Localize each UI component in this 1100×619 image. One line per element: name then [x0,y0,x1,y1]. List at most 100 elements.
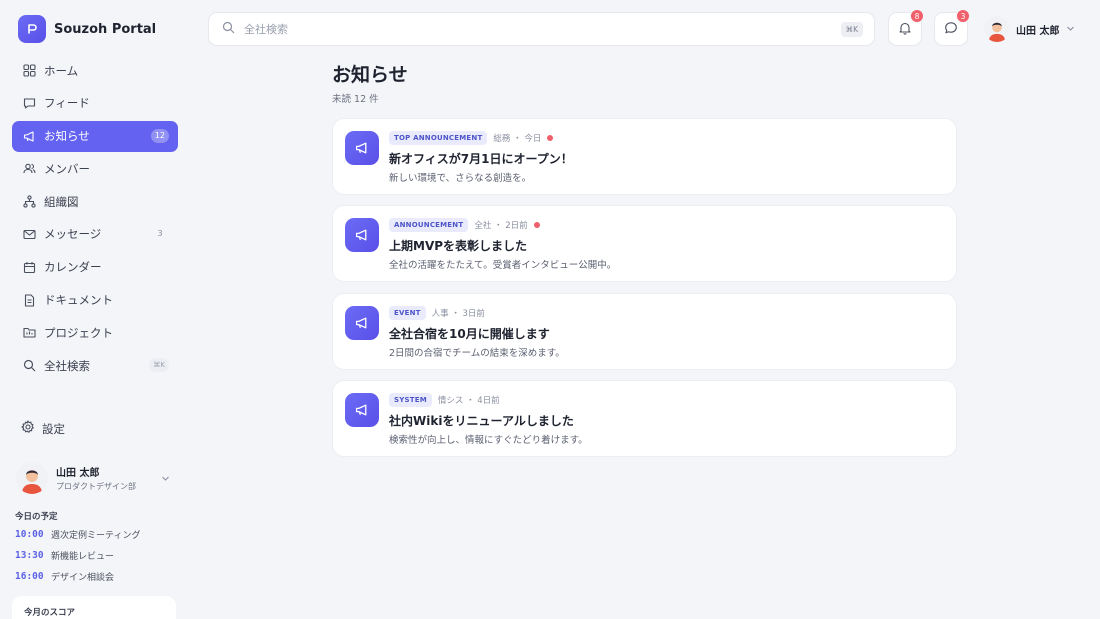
sidebar-item-label: カレンダー [44,260,102,275]
unread-count-badge: 12 [150,128,169,143]
monthly-score-card: 今月のスコア [12,596,176,619]
schedule-time: 10:00 [15,529,44,540]
mail-icon [21,226,37,242]
sidebar-item-label: 組織図 [44,194,79,209]
schedule-time: 13:30 [15,550,44,561]
announcement-card[interactable]: TOP ANNOUNCEMENT 総務 ・ 今日 新オフィスが7月1日にオープン… [332,118,957,195]
sidebar-item-announcements[interactable]: お知らせ 12 [12,120,178,152]
shortcut-badge: ⌘K [149,358,169,373]
calendar-icon [21,259,37,275]
announcement-title: 社内Wikiをリニューアルしました [389,414,574,428]
announcement-description: 新しい環境で、さらなる創造を。 [389,173,532,184]
sidebar-item-label: メンバー [44,161,90,176]
megaphone-icon [345,131,379,165]
brand[interactable]: Souzoh Portal [18,15,156,43]
document-icon [21,292,37,308]
message-count-badge: 3 [157,229,163,239]
megaphone-icon [345,393,379,427]
gear-icon [21,420,35,437]
unread-dot [547,135,554,141]
announcement-description: 検索性が向上し、情報にすぐたどり着けます。 [389,435,588,446]
chat-bubble-icon [944,21,958,38]
avatar [984,16,1010,42]
notification-count-badge: 8 [910,9,924,23]
chevron-down-icon [161,472,170,486]
page-title: お知らせ [332,64,408,86]
sidebar-item-label: ホーム [44,63,79,78]
brand-name: Souzoh Portal [54,21,157,37]
category-tag: SYSTEM [389,393,432,407]
sidebar-item-label: プロジェクト [44,325,113,340]
megaphone-icon [345,218,379,252]
user-department: プロダクトデザイン部 [56,482,136,491]
notifications-button[interactable]: 8 [888,9,924,46]
sidebar-item-label: 全社検索 [44,358,90,373]
account-name: 山田 太郎 [1016,25,1060,37]
category-tag: ANNOUNCEMENT [389,218,469,232]
message-count-badge: 3 [956,9,970,23]
sidebar-item-feed[interactable]: フィード [12,88,178,119]
unread-summary: 未読 12 件 [332,94,379,105]
announcement-title: 上期MVPを表彰しました [389,239,528,253]
avatar [16,462,48,494]
sidebar-item-label: フィード [44,96,90,111]
global-search-input[interactable]: 全社検索 ⌘K [208,12,875,46]
user-name: 山田 太郎 [56,468,100,479]
schedule-item[interactable]: 13:30 新機能レビュー [15,549,114,562]
announcement-title: 新オフィスが7月1日にオープン！ [389,152,573,166]
sidebar-user-card[interactable]: 山田 太郎 プロダクトデザイン部 [16,460,176,496]
announcement-meta: 人事 ・ 3日前 [431,309,485,319]
search-shortcut-hint: ⌘K [840,22,863,37]
account-menu[interactable]: 山田 太郎 [984,16,1075,42]
users-icon [21,161,37,177]
today-schedule-title: 今日の予定 [15,512,58,522]
settings-label: 設定 [42,421,65,436]
announcement-meta: 総務 ・ 今日 [493,134,542,144]
score-title: 今月のスコア [24,608,76,618]
sidebar-item-calendar[interactable]: カレンダー [12,252,178,283]
brand-logo-icon [18,15,46,43]
search-icon [21,358,37,374]
bell-icon [898,21,912,38]
megaphone-icon [21,128,37,144]
announcement-card[interactable]: EVENT 人事 ・ 3日前 全社合宿を10月に開催します 2日間の合宿でチーム… [332,293,957,370]
sidebar-item-members[interactable]: メンバー [12,153,178,184]
folder-icon [21,325,37,341]
schedule-item[interactable]: 16:00 デザイン相談会 [15,570,114,583]
schedule-event: デザイン相談会 [51,573,115,583]
messages-button[interactable]: 3 [934,9,970,46]
search-placeholder: 全社検索 [244,23,288,36]
sidebar: Souzoh Portal ホーム フィード お知らせ 12 メンバー 組織図 … [0,0,190,619]
chevron-down-icon [1066,22,1075,36]
sidebar-item-label: ドキュメント [44,293,113,308]
category-tag: TOP ANNOUNCEMENT [389,131,488,145]
announcement-card[interactable]: SYSTEM 情シス ・ 4日前 社内Wikiをリニューアルしました 検索性が向… [332,380,957,457]
announcement-description: 全社の活躍をたたえて。受賞者インタビュー公開中。 [389,260,617,271]
schedule-item[interactable]: 10:00 週次定例ミーティング [15,528,140,541]
sidebar-item-home[interactable]: ホーム [12,55,178,86]
category-tag: EVENT [389,306,426,320]
announcement-card[interactable]: ANNOUNCEMENT 全社 ・ 2日前 上期MVPを表彰しました 全社の活躍… [332,205,957,282]
schedule-event: 週次定例ミーティング [51,531,141,541]
feed-icon [21,95,37,111]
sidebar-item-messages[interactable]: メッセージ 3 [12,219,178,250]
announcement-meta: 情シス ・ 4日前 [437,396,500,406]
sidebar-item-documents[interactable]: ドキュメント [12,285,178,316]
org-chart-icon [21,194,37,210]
schedule-time: 16:00 [15,571,44,582]
unread-dot [533,222,540,228]
announcement-meta: 全社 ・ 2日前 [474,221,528,231]
announcement-description: 2日間の合宿でチームの結束を深めます。 [389,348,565,359]
search-icon [222,21,235,37]
sidebar-nav: ホーム フィード お知らせ 12 メンバー 組織図 メッセージ 3 カレンダー [12,55,178,383]
megaphone-icon [345,306,379,340]
announcement-title: 全社合宿を10月に開催します [389,327,550,341]
settings-link[interactable]: 設定 [21,420,65,437]
sidebar-item-search[interactable]: 全社検索 ⌘K [12,350,178,381]
sidebar-item-label: お知らせ [44,129,90,144]
sidebar-item-org-chart[interactable]: 組織図 [12,186,178,217]
sidebar-item-projects[interactable]: プロジェクト [12,317,178,348]
sidebar-item-label: メッセージ [44,227,102,242]
schedule-event: 新機能レビュー [51,552,115,562]
home-icon [21,63,37,79]
